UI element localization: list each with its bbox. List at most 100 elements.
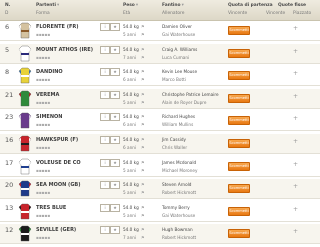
table-row[interactable]: 17 VOLEUSE DE CO i ★ ▪▪▪▪▪ 54.0 kg 5 ann… xyxy=(0,157,320,177)
header-draw: D xyxy=(5,11,9,16)
header-quota-partenza: Quota di partenza xyxy=(228,3,273,8)
form-bars: ▪▪▪▪▪ xyxy=(36,167,51,173)
trainer-icon: ⚑ xyxy=(141,32,145,37)
horse-name[interactable]: VEREMA xyxy=(36,92,59,98)
bet-button[interactable]: Scommetti xyxy=(228,184,250,194)
info-icon[interactable]: i xyxy=(100,45,110,54)
add-icon[interactable]: + xyxy=(293,25,298,32)
runner-age: 6 anni xyxy=(123,122,137,128)
table-row[interactable]: 5 MOUNT ATHOS (IRE) i ★ ▪▪▪▪▪ 54.0 kg 7 … xyxy=(0,43,320,64)
header-partenti[interactable]: Partenti▾ xyxy=(36,3,59,8)
star-icon[interactable]: ★ xyxy=(110,158,120,167)
jockey-icon: ⚑ xyxy=(141,204,145,210)
bet-button[interactable]: Scommetti xyxy=(228,161,250,171)
horse-name[interactable]: SIMENON xyxy=(36,114,62,120)
runner-weight: 54.0 kg xyxy=(123,69,139,75)
bet-button[interactable]: Scommetti xyxy=(228,139,250,148)
trainer-name: Marco Botti xyxy=(162,77,186,83)
bet-button[interactable]: Scommetti xyxy=(228,206,250,216)
horse-name[interactable]: HAWKSPUR (F) xyxy=(36,137,78,143)
runner-age: 6 anni xyxy=(123,77,137,83)
star-icon[interactable]: ★ xyxy=(110,90,120,99)
header-forma: Forma xyxy=(36,11,50,16)
info-icon[interactable]: i xyxy=(100,23,110,31)
add-icon[interactable]: + xyxy=(293,93,298,100)
runner-weight: 54.0 kg xyxy=(123,227,139,233)
bet-button[interactable]: Scommetti xyxy=(228,26,250,35)
header-vincente: Vincente xyxy=(228,11,248,16)
horse-name[interactable]: MOUNT ATHOS (IRE) xyxy=(36,47,93,53)
table-row[interactable]: 16 HAWKSPUR (F) i ★ ▪▪▪▪▪ 54.0 kg 6 anni… xyxy=(0,134,320,154)
star-icon[interactable]: ★ xyxy=(110,203,120,212)
add-icon[interactable]: + xyxy=(293,206,298,213)
info-icon[interactable]: i xyxy=(100,90,110,99)
table-row[interactable]: 20 SEA MOON (GB) i ★ ▪▪▪▪▪ 54.0 kg 5 ann… xyxy=(0,179,320,200)
info-icon[interactable]: i xyxy=(100,158,110,167)
star-icon[interactable]: ★ xyxy=(110,45,120,54)
add-icon[interactable]: + xyxy=(293,228,298,235)
add-icon[interactable]: + xyxy=(293,48,298,55)
table-row[interactable]: 13 TRES BLUE i ★ ▪▪▪▪▪ 54.0 kg 5 anni ⚑ … xyxy=(0,202,320,222)
horse-name[interactable]: FLORENTE (FR) xyxy=(36,24,79,30)
add-icon[interactable]: + xyxy=(293,70,298,77)
runner-age: 5 anni xyxy=(123,167,137,173)
horse-name[interactable]: DANDINO xyxy=(36,69,63,75)
runner-number: 12 xyxy=(5,226,14,235)
horse-name[interactable]: SEA MOON (GB) xyxy=(36,182,81,188)
runner-number: 16 xyxy=(5,136,14,144)
table-row[interactable]: 23 SIMENON i ★ ▪▪▪▪▪ 54.0 kg 6 anni ⚑ ⚑ … xyxy=(0,111,320,132)
add-icon[interactable]: + xyxy=(293,115,298,122)
header-fantino[interactable]: Fantino▾ xyxy=(162,3,184,8)
runner-age: 5 anni xyxy=(123,32,137,37)
bet-button[interactable]: Scommetti xyxy=(228,93,250,103)
info-icon[interactable]: i xyxy=(100,68,110,77)
star-icon[interactable]: ★ xyxy=(110,113,120,122)
runner-age: 7 anni xyxy=(123,54,137,60)
trainer-icon: ⚑ xyxy=(141,145,145,150)
table-row[interactable]: 6 FLORENTE (FR) i ★ ▪▪▪▪▪ 54.0 kg 5 anni… xyxy=(0,21,320,41)
table-header: N. D Partenti▾ Forma Peso▾ Età Fantino▾ … xyxy=(0,0,320,21)
jockey-name: Jim Cassidy xyxy=(162,137,186,142)
runner-age: 6 anni xyxy=(123,145,137,150)
bet-button[interactable]: Scommetti xyxy=(228,71,250,81)
table-row[interactable]: 12 SEVILLE (GER) i ★ ▪▪▪▪▪ 54.0 kg 7 ann… xyxy=(0,224,320,245)
bet-button[interactable]: Scommetti xyxy=(228,116,250,126)
table-row[interactable]: 8 DANDINO i ★ ▪▪▪▪▪ 54.0 kg 6 anni ⚑ ⚑ K… xyxy=(0,66,320,87)
jockey-silks-icon xyxy=(18,180,32,197)
bet-button[interactable]: Scommetti xyxy=(228,229,250,239)
jockey-name: Damien Oliver xyxy=(162,24,192,29)
add-icon[interactable]: + xyxy=(293,161,298,168)
star-icon[interactable]: ★ xyxy=(110,23,120,31)
jockey-silks-icon xyxy=(18,45,32,61)
info-icon[interactable]: i xyxy=(100,113,110,122)
jockey-name: Richard Hughes xyxy=(162,114,196,120)
horse-name[interactable]: TRES BLUE xyxy=(36,205,66,211)
jockey-silks-icon xyxy=(18,226,32,242)
trainer-name: William Mullins xyxy=(162,122,194,128)
info-icon[interactable]: i xyxy=(100,181,110,190)
add-icon[interactable]: + xyxy=(293,183,298,190)
info-icon[interactable]: i xyxy=(100,226,110,235)
star-icon[interactable]: ★ xyxy=(110,68,120,77)
runner-number: 6 xyxy=(5,23,10,31)
bet-button[interactable]: Scommetti xyxy=(228,48,250,58)
runner-weight: 54.0 kg xyxy=(123,46,139,52)
jockey-icon: ⚑ xyxy=(141,227,145,233)
info-icon[interactable]: i xyxy=(100,136,110,144)
info-icon[interactable]: i xyxy=(100,203,110,212)
star-icon[interactable]: ★ xyxy=(110,136,120,144)
jockey-icon: ⚑ xyxy=(141,137,145,142)
jockey-silks-icon xyxy=(18,113,32,129)
star-icon[interactable]: ★ xyxy=(110,181,120,190)
jockey-name: James Mcdonald xyxy=(162,159,197,165)
star-icon[interactable]: ★ xyxy=(110,226,120,235)
horse-name[interactable]: SEVILLE (GER) xyxy=(36,227,76,233)
add-icon[interactable]: + xyxy=(293,138,298,145)
runner-weight: 54.0 kg xyxy=(123,24,139,29)
trainer-name: Gai Waterhouse xyxy=(162,32,196,37)
horse-name[interactable]: VOLEUSE DE CO xyxy=(36,160,81,166)
form-bars: ▪▪▪▪▪ xyxy=(36,99,51,105)
table-row[interactable]: 21 VEREMA i ★ ▪▪▪▪▪ 54.0 kg 5 anni ⚑ ⚑ C… xyxy=(0,88,320,109)
header-peso[interactable]: Peso▾ xyxy=(123,3,138,8)
header-num[interactable]: N. xyxy=(5,3,10,8)
